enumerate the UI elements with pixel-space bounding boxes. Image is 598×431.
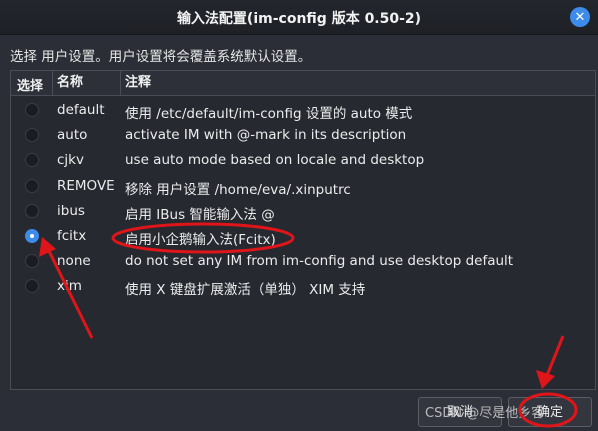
row-description: 使用 X 键盘扩展激活（单独） XIM 支持 <box>125 282 366 299</box>
title-bar: 输入法配置(im-config 版本 0.50-2) ✕ <box>0 0 598 35</box>
row-description: 启用 IBus 智能输入法 @ <box>125 206 275 223</box>
row-name: xim <box>57 278 82 295</box>
table-row[interactable]: default 使用 /etc/default/im-config 设置的 aut… <box>11 98 595 123</box>
table-row[interactable]: xim 使用 X 键盘扩展激活（单独） XIM 支持 <box>11 274 595 299</box>
table-row[interactable]: fcitx 启用小企鹅输入法(Fcitx) <box>11 224 595 249</box>
row-name: ibus <box>57 202 85 219</box>
row-description: 使用 /etc/default/im-config 设置的 auto 模式 <box>125 106 413 122</box>
column-header-comment[interactable]: 注释 <box>120 71 151 95</box>
table-row[interactable]: ibus 启用 IBus 智能输入法 @ <box>11 199 595 224</box>
row-description: activate IM with @-mark in its descripti… <box>125 127 407 144</box>
cancel-button[interactable]: 取消 <box>418 397 502 427</box>
row-description: 移除 用户设置 /home/eva/.xinputrc <box>125 181 351 198</box>
row-name: cjkv <box>57 152 84 169</box>
row-description: use auto mode based on locale and deskto… <box>125 152 425 169</box>
ok-button[interactable]: 确定 <box>508 397 592 427</box>
radio-REMOVE[interactable] <box>25 178 39 193</box>
radio-none[interactable] <box>25 254 39 269</box>
row-name: default <box>57 102 105 118</box>
row-description: 启用小企鹅输入法(Fcitx) <box>125 232 276 248</box>
row-name: REMOVE <box>57 177 115 194</box>
table-row[interactable]: none do not set any IM from im-config and… <box>11 249 595 274</box>
row-name: fcitx <box>57 228 87 244</box>
row-name: auto <box>57 127 88 144</box>
radio-cjkv[interactable] <box>25 153 39 168</box>
row-description: do not set any IM from im-config and use… <box>125 253 514 270</box>
table-row[interactable]: cjkv use auto mode based on locale and de… <box>11 148 595 173</box>
table-row[interactable]: REMOVE 移除 用户设置 /home/eva/.xinputrc <box>11 174 595 199</box>
table-header: 选择 名称 注释 <box>11 71 595 96</box>
radio-fcitx[interactable] <box>25 229 39 243</box>
radio-ibus[interactable] <box>25 203 39 218</box>
instruction-text: 选择 用户设置。用户设置将会覆盖系统默认设置。 <box>10 49 312 65</box>
im-table: 选择 名称 注释 default 使用 /etc/default/im-confi… <box>10 70 596 390</box>
column-header-select[interactable]: 选择 <box>17 75 43 94</box>
row-name: none <box>57 253 91 270</box>
radio-default[interactable] <box>25 103 39 117</box>
column-header-name[interactable]: 名称 <box>52 71 83 95</box>
window-title: 输入法配置(im-config 版本 0.50-2) <box>176 11 422 27</box>
radio-xim[interactable] <box>25 279 39 294</box>
close-icon[interactable]: ✕ <box>570 7 590 27</box>
table-row[interactable]: auto activate IM with @-mark in its descr… <box>11 123 595 148</box>
radio-auto[interactable] <box>25 128 39 143</box>
